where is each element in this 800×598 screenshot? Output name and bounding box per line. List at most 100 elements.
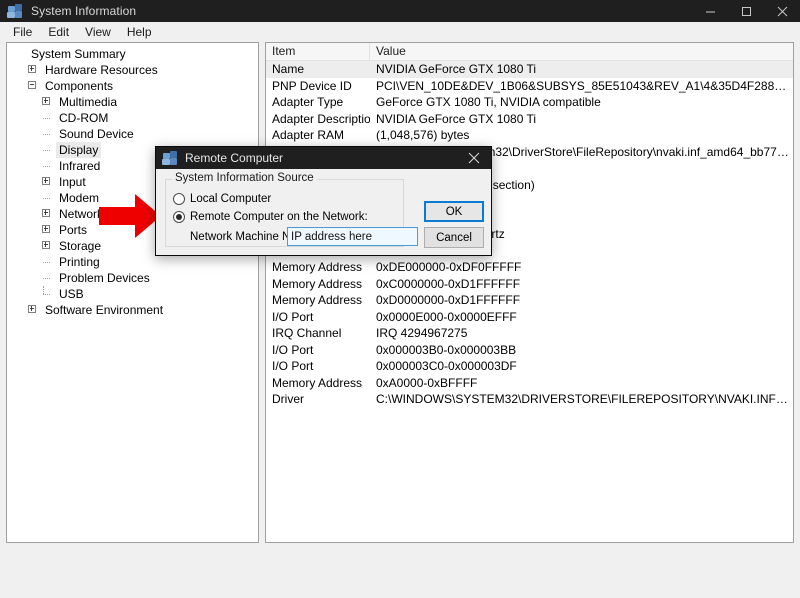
dialog-ok-button[interactable]: OK bbox=[424, 201, 484, 222]
menu-view[interactable]: View bbox=[77, 23, 119, 41]
tree-item-label: Printing bbox=[56, 254, 103, 270]
table-row[interactable]: Adapter DescriptionNVIDIA GeForce GTX 10… bbox=[266, 111, 793, 128]
category-tree-panel[interactable]: System SummaryHardware ResourcesComponen… bbox=[6, 42, 259, 543]
dialog-system-information-icon bbox=[162, 150, 178, 166]
network-machine-name-input[interactable] bbox=[287, 227, 418, 246]
tree-item-cd-rom[interactable]: CD-ROM bbox=[11, 110, 258, 126]
tree-item-system-summary[interactable]: System Summary bbox=[11, 46, 258, 62]
table-row[interactable]: I/O Port0x000003C0-0x000003DF bbox=[266, 358, 793, 375]
cell-value: PCI\VEN_10DE&DEV_1B06&SUBSYS_85E51043&RE… bbox=[370, 79, 793, 93]
table-row[interactable]: I/O Port0x000003B0-0x000003BB bbox=[266, 342, 793, 359]
maximize-button[interactable] bbox=[728, 0, 764, 22]
dialog-body: System Information Source Local Computer… bbox=[156, 169, 491, 257]
cell-value: NVIDIA GeForce GTX 1080 Ti bbox=[370, 62, 793, 76]
tree-item-label: Modem bbox=[56, 190, 102, 206]
group-legend: System Information Source bbox=[172, 172, 317, 184]
details-list-panel[interactable]: Item Value NameNVIDIA GeForce GTX 1080 T… bbox=[265, 42, 794, 543]
expand-plus-icon[interactable] bbox=[39, 174, 56, 190]
radio-remote-computer[interactable]: Remote Computer on the Network: bbox=[173, 211, 368, 223]
remote-computer-dialog: Remote Computer System Information Sourc… bbox=[155, 146, 492, 256]
window-controls bbox=[692, 0, 800, 22]
expand-plus-icon[interactable] bbox=[25, 302, 42, 318]
table-row[interactable]: Memory Address0xD0000000-0xD1FFFFFF bbox=[266, 292, 793, 309]
cell-item: Memory Address bbox=[266, 293, 370, 307]
radio-local-computer-indicator bbox=[173, 193, 185, 205]
tree-item-label: Input bbox=[56, 174, 89, 190]
table-row[interactable]: Adapter TypeGeForce GTX 1080 Ti, NVIDIA … bbox=[266, 94, 793, 111]
expand-plus-icon[interactable] bbox=[39, 94, 56, 110]
expand-plus-icon[interactable] bbox=[25, 62, 42, 78]
tree-item-label: System Summary bbox=[28, 46, 129, 62]
dialog-titlebar: Remote Computer bbox=[156, 147, 491, 169]
table-row[interactable]: NameNVIDIA GeForce GTX 1080 Ti bbox=[266, 61, 793, 78]
details-list-header: Item Value bbox=[266, 43, 793, 61]
tree-item-label: Network bbox=[56, 206, 106, 222]
table-row[interactable]: DriverC:\WINDOWS\SYSTEM32\DRIVERSTORE\FI… bbox=[266, 391, 793, 408]
collapse-minus-icon[interactable] bbox=[25, 78, 42, 94]
tree-branch-line bbox=[39, 254, 56, 270]
cell-item: I/O Port bbox=[266, 343, 370, 357]
tree-item-label: Hardware Resources bbox=[42, 62, 161, 78]
cell-item: Adapter Type bbox=[266, 95, 370, 109]
tree-spacer bbox=[11, 46, 28, 62]
cell-item: Memory Address bbox=[266, 376, 370, 390]
cell-item: I/O Port bbox=[266, 359, 370, 373]
dialog-close-icon[interactable] bbox=[457, 147, 491, 169]
table-row[interactable]: Adapter RAM(1,048,576) bytes bbox=[266, 127, 793, 144]
tree-item-label: Sound Device bbox=[56, 126, 137, 142]
cell-value: 0xD0000000-0xD1FFFFFF bbox=[370, 293, 793, 307]
minimize-button[interactable] bbox=[692, 0, 728, 22]
cell-value: 0x000003B0-0x000003BB bbox=[370, 343, 793, 357]
expand-plus-icon[interactable] bbox=[39, 206, 56, 222]
column-header-value[interactable]: Value bbox=[370, 43, 793, 60]
find-bar: Find what: Find Close Find Search select… bbox=[0, 545, 800, 598]
tree-item-software-environment[interactable]: Software Environment bbox=[11, 302, 258, 318]
tree-item-multimedia[interactable]: Multimedia bbox=[11, 94, 258, 110]
window-titlebar: System Information bbox=[0, 0, 800, 22]
table-row[interactable]: Memory Address0xA0000-0xBFFFF bbox=[266, 375, 793, 392]
tree-item-hardware-resources[interactable]: Hardware Resources bbox=[11, 62, 258, 78]
tree-branch-line bbox=[39, 270, 56, 286]
radio-local-computer[interactable]: Local Computer bbox=[173, 193, 271, 205]
tree-branch-line bbox=[39, 286, 56, 302]
cell-item: Name bbox=[266, 62, 370, 76]
system-information-window: System Information File Edit View Help S… bbox=[0, 0, 800, 598]
cell-item: IRQ Channel bbox=[266, 326, 370, 340]
tree-item-problem-devices[interactable]: Problem Devices bbox=[11, 270, 258, 286]
table-row[interactable]: PNP Device IDPCI\VEN_10DE&DEV_1B06&SUBSY… bbox=[266, 78, 793, 95]
table-row[interactable]: Memory Address0xC0000000-0xD1FFFFFF bbox=[266, 276, 793, 293]
tree-item-label: Multimedia bbox=[56, 94, 120, 110]
table-row[interactable]: I/O Port0x0000E000-0x0000EFFF bbox=[266, 309, 793, 326]
tree-branch-line bbox=[39, 126, 56, 142]
tree-item-usb[interactable]: USB bbox=[11, 286, 258, 302]
tree-item-label: CD-ROM bbox=[56, 110, 111, 126]
cell-value: (1,048,576) bytes bbox=[370, 128, 793, 142]
column-header-item[interactable]: Item bbox=[266, 43, 370, 60]
tree-branch-line bbox=[39, 110, 56, 126]
tree-branch-line bbox=[39, 142, 56, 158]
radio-local-computer-label: Local Computer bbox=[190, 193, 271, 205]
main-content: System SummaryHardware ResourcesComponen… bbox=[0, 42, 800, 545]
close-button[interactable] bbox=[764, 0, 800, 22]
cell-item: Driver bbox=[266, 392, 370, 406]
tree-item-label: Problem Devices bbox=[56, 270, 153, 286]
tree-item-sound-device[interactable]: Sound Device bbox=[11, 126, 258, 142]
menu-edit[interactable]: Edit bbox=[40, 23, 77, 41]
menu-help[interactable]: Help bbox=[119, 23, 160, 41]
expand-plus-icon[interactable] bbox=[39, 222, 56, 238]
cell-value: 0x0000E000-0x0000EFFF bbox=[370, 310, 793, 324]
cell-value: 0xC0000000-0xD1FFFFFF bbox=[370, 277, 793, 291]
tree-item-components[interactable]: Components bbox=[11, 78, 258, 94]
tree-item-label: Ports bbox=[56, 222, 90, 238]
dialog-cancel-button[interactable]: Cancel bbox=[424, 227, 484, 248]
cell-item: Adapter Description bbox=[266, 112, 370, 126]
radio-remote-computer-indicator bbox=[173, 211, 185, 223]
tree-item-label: Software Environment bbox=[42, 302, 166, 318]
table-row[interactable]: Memory Address0xDE000000-0xDF0FFFFF bbox=[266, 259, 793, 276]
table-row[interactable]: IRQ ChannelIRQ 4294967275 bbox=[266, 325, 793, 342]
tree-item-label: Display bbox=[56, 142, 101, 158]
tree-branch-line bbox=[39, 190, 56, 206]
expand-plus-icon[interactable] bbox=[39, 238, 56, 254]
cell-value: GeForce GTX 1080 Ti, NVIDIA compatible bbox=[370, 95, 793, 109]
menu-file[interactable]: File bbox=[5, 23, 40, 41]
